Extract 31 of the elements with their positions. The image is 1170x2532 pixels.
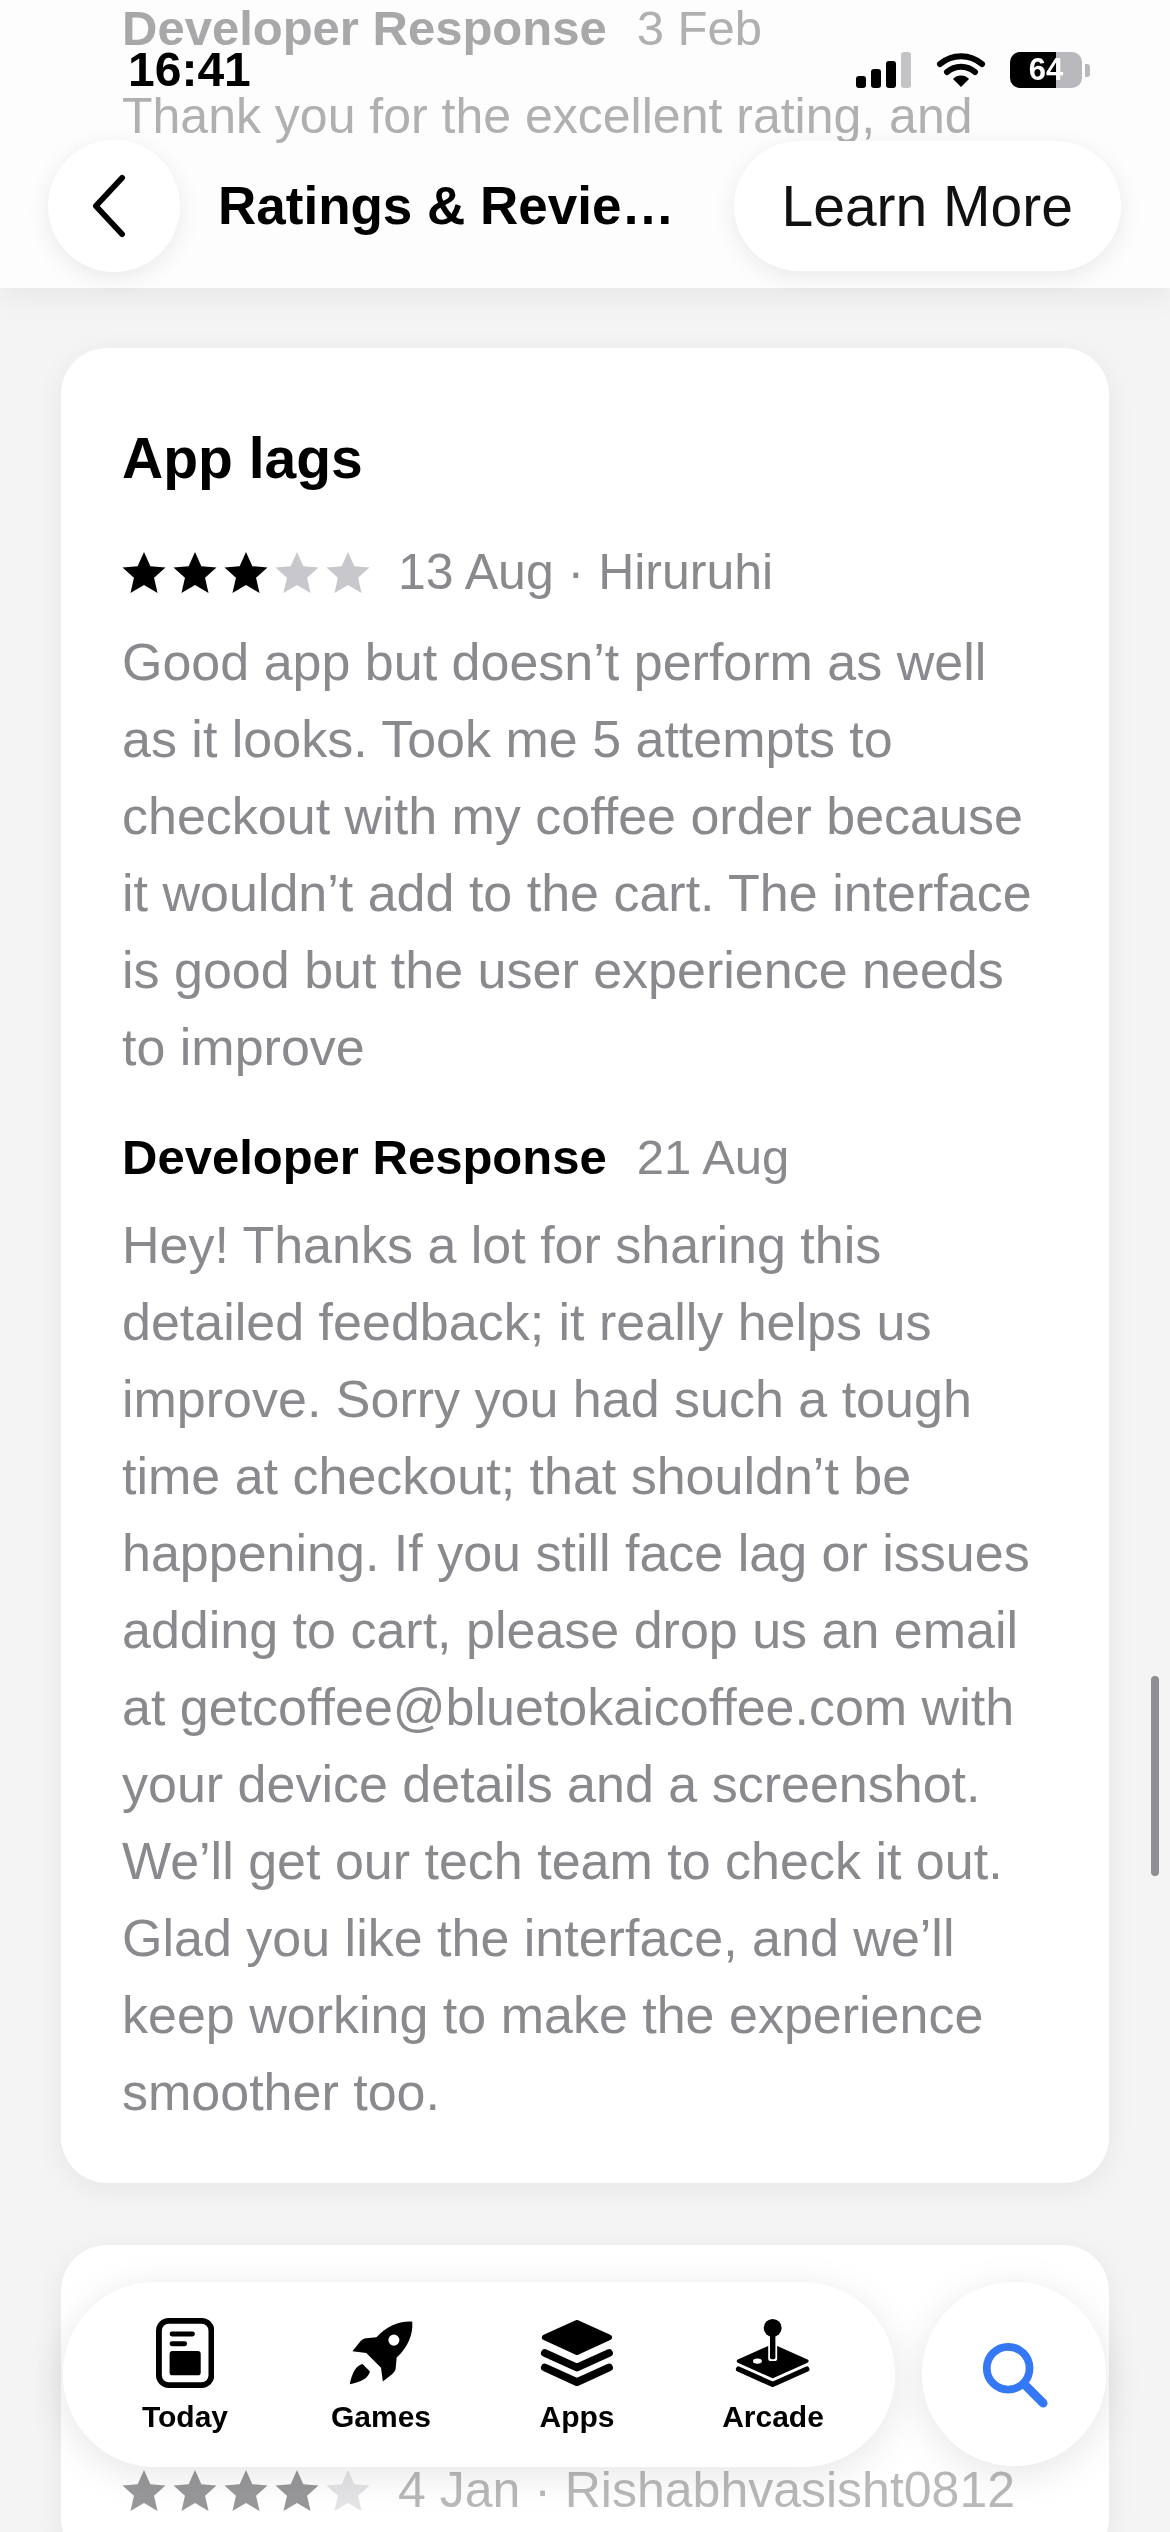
nav-title: Ratings & Revie…: [218, 175, 676, 237]
review-meta: 4 Jan · Rishabhvasisht0812: [398, 2468, 1016, 2512]
star-icon: [224, 2469, 268, 2511]
review-meta: 13 Aug · Hiruruhi: [398, 543, 774, 602]
response-date: 3 Feb: [636, 0, 763, 56]
learn-more-button[interactable]: Learn More: [733, 141, 1121, 271]
tab-item[interactable]: Today: [87, 2282, 283, 2467]
star-icon: [122, 551, 166, 593]
layers-icon: [540, 2318, 614, 2388]
star-icon: [173, 2469, 217, 2511]
star-icon: [275, 551, 319, 593]
star-icon: [173, 551, 217, 593]
wifi-icon: [936, 52, 986, 88]
document-icon: [155, 2318, 215, 2388]
tab-item[interactable]: Games: [283, 2282, 479, 2467]
review-title: App lags: [122, 425, 364, 492]
response-text: Hey! Thanks a lot for sharing this detailed feedback; it really helps us improve. Sorry you had such a tough time at checkout; that shouldn’t be happening. If you still face lag or issues adding to cart, please drop us an email at getcoffee@bluetokaicoffee.com with your device details and a screenshot. We’ll get our tech team to check it out. Glad you like the interface, and we’ll keep working to make the experience smoother too.: [122, 1215, 1031, 2123]
battery-tip-icon: [1085, 63, 1090, 77]
review-text: Good app but doesn’t perform as well as it looks. Took me 5 attempts to checkout with my coffee order because it wouldn’t add to the cart. The interface is good but the user experience needs to improve: [122, 632, 1033, 1078]
joystick-icon: [735, 2318, 811, 2388]
chevron-left-icon: [90, 174, 128, 238]
response-date: 21 Aug: [636, 1129, 790, 1186]
response-label: Developer Response: [122, 1129, 607, 1186]
star-icon: [326, 2469, 370, 2511]
signal-icon: [856, 52, 912, 88]
tab-item[interactable]: Arcade: [675, 2282, 871, 2467]
tab-item[interactable]: Apps: [479, 2282, 675, 2467]
star-icon: [224, 551, 268, 593]
star-icon: [326, 551, 370, 593]
star-icon: [275, 2469, 319, 2511]
star-icon: [122, 2469, 166, 2511]
